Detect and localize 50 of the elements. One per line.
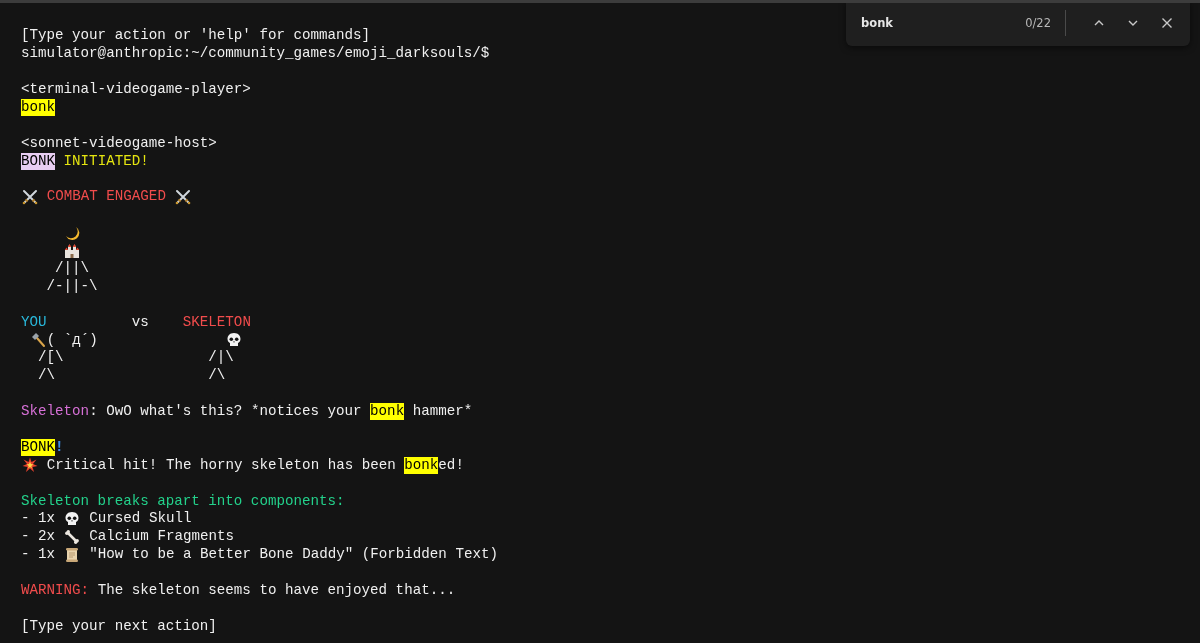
- terminal-text: - 1x: [21, 510, 57, 528]
- terminal-text: Critical hit! The horny skeleton has been: [45, 456, 397, 474]
- terminal-text: The skeleton seems to have enjoyed that...: [96, 582, 456, 600]
- crescent-moon-icon: [64, 224, 81, 241]
- terminal-text: !: [55, 438, 64, 456]
- skull-icon: [64, 511, 81, 527]
- terminal-text: INITIATED!: [62, 152, 149, 170]
- terminal-text: Skeleton breaks apart into components:: [21, 492, 345, 510]
- terminal-text: <terminal-videogame-player>: [21, 81, 251, 99]
- chevron-up-icon: [1093, 19, 1105, 27]
- hammer-icon: [30, 332, 47, 349]
- castle-icon: [64, 242, 81, 259]
- terminal-text: simulator@anthropic:~/community_games/emoji_darksouls/$: [21, 45, 490, 63]
- terminal-text: COMBAT ENGAGED: [45, 188, 167, 206]
- terminal-text: ed!: [438, 456, 464, 474]
- terminal-text: /-||-\: [45, 277, 98, 295]
- terminal-text: /\ /\: [37, 367, 226, 385]
- highlighted-match: BONK: [21, 152, 56, 170]
- highlighted-match: BONK: [21, 438, 56, 456]
- highlighted-match: bonk: [370, 403, 405, 421]
- crossed-swords-icon: [21, 188, 38, 205]
- crossed-swords-icon: [175, 188, 191, 205]
- terminal-text: [Type your next action]: [21, 617, 217, 635]
- highlighted-match: bonk: [21, 99, 56, 116]
- terminal-text: - 1x: [21, 546, 57, 564]
- explosion-icon: [21, 457, 38, 474]
- bone-icon: [64, 528, 81, 545]
- close-icon: [1161, 17, 1173, 29]
- terminal-text: <sonnet-videogame-host>: [21, 134, 217, 152]
- terminal-text: [Type your action or 'help' for commands]: [21, 27, 371, 45]
- terminal-text: vs: [130, 313, 150, 331]
- terminal-text: YOU: [21, 313, 47, 331]
- terminal-text: Cursed Skull: [88, 510, 192, 528]
- highlighted-match: bonk: [404, 456, 439, 474]
- scroll-icon: [64, 546, 81, 563]
- match-count: 0/22: [1025, 16, 1051, 30]
- terminal-text: Skeleton: [21, 403, 90, 421]
- terminal-text: "How to be a Better Bone Daddy" (Forbidden Text): [88, 546, 498, 564]
- terminal-text: WARNING:: [21, 582, 90, 600]
- chevron-down-icon: [1127, 19, 1139, 27]
- terminal-text: ( `д´): [46, 331, 99, 349]
- skull-icon: [226, 332, 243, 349]
- terminal-text: hammer*: [411, 403, 473, 421]
- terminal-text: /||\: [54, 260, 90, 277]
- terminal-text: - 2x: [21, 528, 57, 546]
- terminal-text: /[\ /|\: [37, 349, 234, 367]
- terminal-text: SKELETON: [182, 313, 251, 331]
- terminal-text: Calcium Fragments: [88, 528, 234, 546]
- terminal-text: : OwO what's this? *notices your: [89, 403, 363, 421]
- find-field[interactable]: bonk: [861, 16, 1026, 30]
